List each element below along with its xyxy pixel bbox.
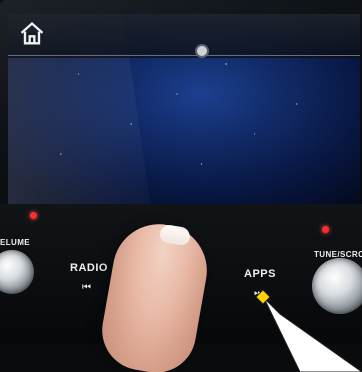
radio-button-label[interactable]: RADIO [70,262,108,274]
top-bar-divider [8,55,360,56]
seek-forward-icon[interactable]: ⏭ [254,288,263,299]
volume-label: ELUME [0,238,30,247]
screen-top-bar [8,14,360,58]
screen-center-indicator[interactable] [195,44,209,58]
left-indicator-light [30,212,37,219]
car-infotainment-photo: ELUME TUNE/SCRO RADIO APPS ⏮ ⏭ [0,0,362,372]
right-indicator-light [322,226,329,233]
apps-button-label[interactable]: APPS [244,268,276,280]
tune-scroll-label: TUNE/SCRO [314,250,362,259]
tune-scroll-knob[interactable] [312,258,362,314]
seek-back-icon[interactable]: ⏮ [82,282,91,293]
home-icon[interactable] [18,20,46,48]
